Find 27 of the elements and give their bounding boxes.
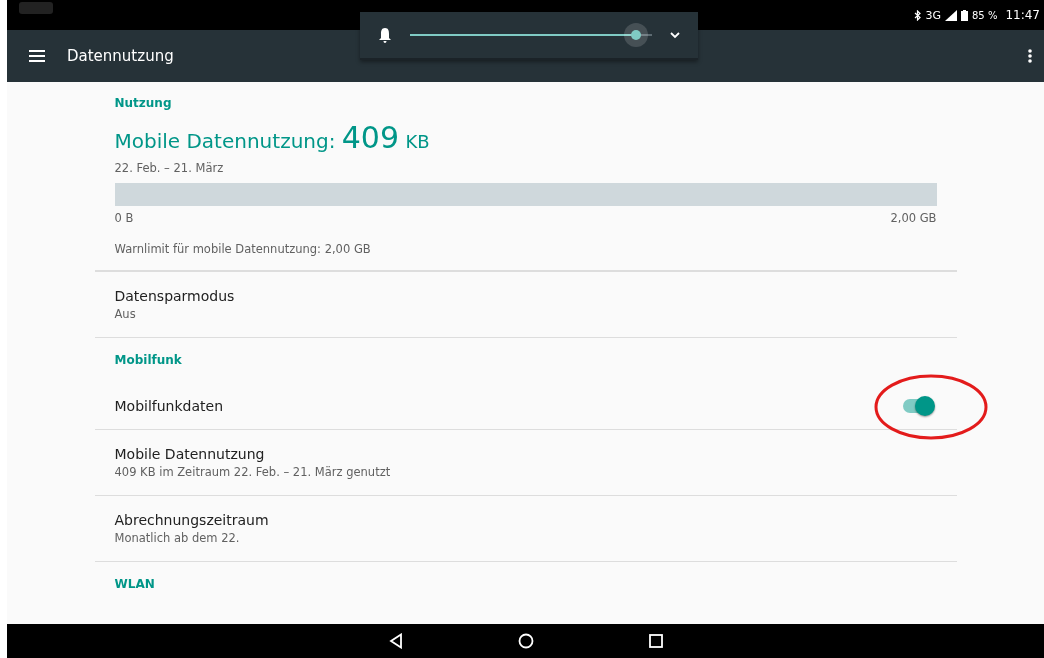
home-icon[interactable]	[517, 633, 534, 649]
network-type: 3G	[925, 8, 941, 22]
battery-percentage: 85 %	[972, 9, 998, 21]
bell-icon	[378, 27, 392, 43]
recent-apps-icon[interactable]	[648, 634, 663, 648]
back-icon[interactable]	[388, 633, 403, 649]
usage-summary: Mobile Datennutzung: 409 KB	[114, 120, 431, 155]
chevron-down-icon[interactable]	[670, 31, 680, 39]
screen-title: Datennutzung	[67, 47, 174, 65]
toggle-switch[interactable]	[902, 395, 935, 416]
battery-icon	[961, 9, 968, 21]
section-header: Nutzung	[114, 96, 173, 110]
bluetooth-icon	[914, 9, 922, 21]
warning-limit-text: Warnlimit für mobile Datennutzung: 2,00 GB	[114, 242, 372, 256]
menu-icon[interactable]	[29, 50, 45, 62]
setting-item[interactable]: Mobile Datennutzung 409 KB im Zeitraum 22. Feb. – 21. März genutzt	[94, 429, 957, 495]
clock: 11:47	[1005, 8, 1040, 22]
setting-item[interactable]: Datensparmodus Aus	[94, 271, 957, 337]
scale-min-label: 0 B	[114, 211, 134, 225]
section-header: Mobilfunk	[114, 353, 182, 367]
scale-max-label: 2,00 GB	[890, 211, 937, 225]
setting-item[interactable]: Abrechnungszeitraum Monatlich ab dem 22.	[94, 495, 957, 561]
usage-period: 22. Feb. – 21. März	[114, 161, 225, 175]
more-options-icon[interactable]	[1028, 49, 1032, 63]
signal-icon	[945, 9, 957, 21]
section-header: WLAN	[114, 577, 155, 591]
setting-title: Mobilfunkdaten	[114, 397, 224, 414]
